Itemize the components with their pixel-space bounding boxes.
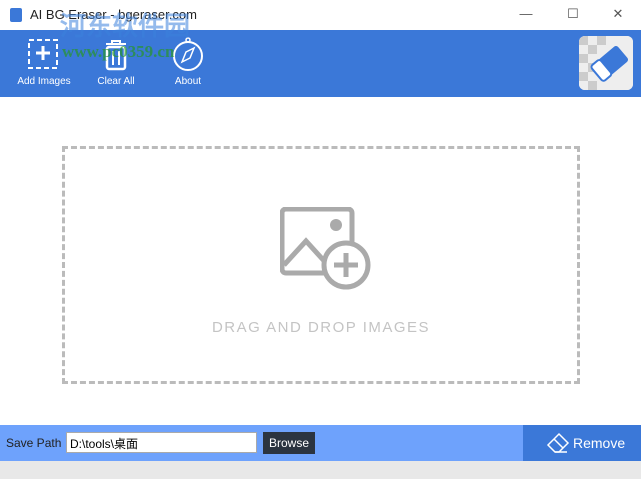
remove-button[interactable]: Remove bbox=[523, 425, 641, 461]
minimize-button[interactable]: — bbox=[503, 0, 549, 30]
app-icon bbox=[10, 8, 22, 22]
app-logo bbox=[579, 36, 633, 90]
maximize-button[interactable]: ☐ bbox=[550, 0, 596, 30]
bottom-bar: Save Path D:\tools\桌面 Browse Remove bbox=[0, 425, 641, 461]
eraser-icon bbox=[546, 432, 570, 453]
clear-all-label: Clear All bbox=[97, 76, 135, 87]
save-path-input[interactable]: D:\tools\桌面 bbox=[66, 432, 257, 453]
add-images-button[interactable]: Add Images bbox=[9, 36, 79, 87]
remove-label: Remove bbox=[573, 435, 626, 451]
title-bar: AI BG Eraser - bgeraser.com — ☐ ✕ bbox=[0, 0, 641, 30]
about-button[interactable]: About bbox=[153, 36, 223, 87]
status-bar bbox=[0, 461, 641, 479]
add-images-label: Add Images bbox=[17, 76, 71, 87]
save-path-label: Save Path bbox=[6, 436, 62, 450]
about-label: About bbox=[174, 76, 202, 87]
clear-all-button[interactable]: Clear All bbox=[81, 36, 151, 87]
toolbar: Add Images Clear All About bbox=[0, 30, 641, 97]
compass-icon bbox=[173, 37, 203, 71]
add-image-icon bbox=[28, 39, 58, 69]
browse-button[interactable]: Browse bbox=[263, 432, 315, 454]
drop-zone[interactable]: DRAG AND DROP IMAGES bbox=[62, 146, 580, 384]
drop-zone-text: DRAG AND DROP IMAGES bbox=[211, 319, 431, 336]
window-title: AI BG Eraser - bgeraser.com bbox=[30, 7, 197, 22]
close-button[interactable]: ✕ bbox=[595, 0, 641, 30]
add-image-placeholder-icon bbox=[280, 207, 371, 290]
trash-icon bbox=[105, 40, 127, 71]
